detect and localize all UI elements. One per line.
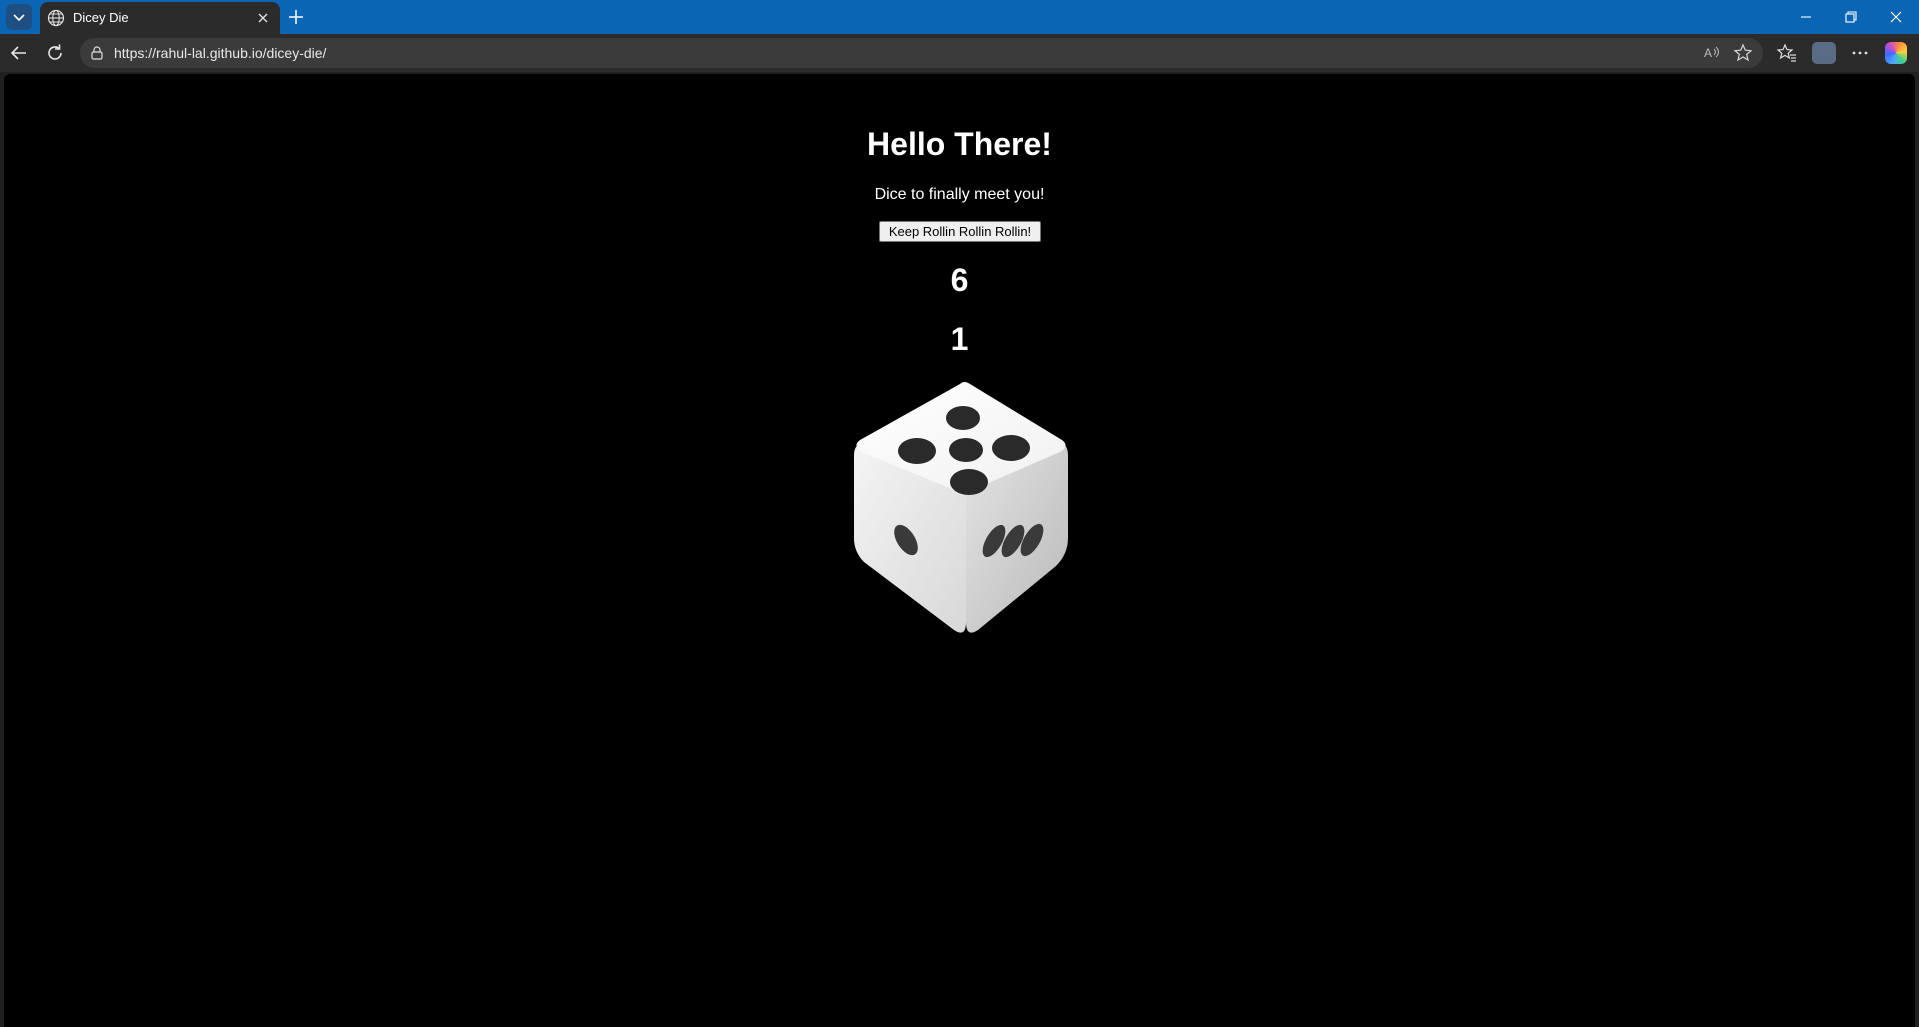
minimize-icon[interactable] bbox=[1796, 7, 1816, 27]
tab-dicey-die[interactable]: Dicey Die bbox=[40, 2, 280, 34]
favorites-icon[interactable] bbox=[1776, 42, 1798, 64]
dice-image bbox=[854, 382, 1068, 633]
title-bar: Dicey Die bbox=[0, 0, 1919, 34]
globe-icon bbox=[47, 9, 65, 27]
more-options-icon[interactable] bbox=[1849, 42, 1871, 64]
close-tab-icon[interactable] bbox=[256, 11, 270, 25]
copilot-icon[interactable] bbox=[1885, 42, 1907, 64]
restore-icon[interactable] bbox=[1841, 7, 1861, 27]
chevron-down-icon bbox=[13, 14, 25, 22]
tab-actions-menu-button[interactable] bbox=[6, 4, 32, 30]
page-heading: Hello There! bbox=[867, 126, 1052, 162]
favorite-star-icon[interactable] bbox=[1732, 42, 1754, 64]
profile-avatar[interactable] bbox=[1812, 42, 1836, 64]
refresh-icon[interactable] bbox=[44, 42, 66, 64]
svg-text:A: A bbox=[1704, 46, 1712, 60]
close-window-icon[interactable] bbox=[1886, 7, 1906, 27]
page-viewport: Hello There! Dice to finally meet you! K… bbox=[4, 74, 1915, 1027]
address-bar[interactable]: https://rahul-lal.github.io/dicey-die/ A bbox=[80, 38, 1763, 68]
roll-result-2: 1 bbox=[950, 321, 969, 357]
read-aloud-icon[interactable]: A bbox=[1701, 42, 1723, 64]
tab-title: Dicey Die bbox=[73, 10, 129, 25]
roll-result-1: 6 bbox=[950, 262, 969, 298]
lock-icon[interactable] bbox=[89, 45, 105, 61]
roll-dice-button[interactable]: Keep Rollin Rollin Rollin! bbox=[879, 221, 1041, 242]
back-arrow-icon[interactable] bbox=[8, 42, 30, 64]
browser-toolbar: https://rahul-lal.github.io/dicey-die/ A bbox=[0, 34, 1919, 72]
new-tab-icon[interactable] bbox=[286, 7, 306, 27]
url-text[interactable]: https://rahul-lal.github.io/dicey-die/ bbox=[114, 45, 326, 61]
page-subtext: Dice to finally meet you! bbox=[874, 186, 1045, 203]
